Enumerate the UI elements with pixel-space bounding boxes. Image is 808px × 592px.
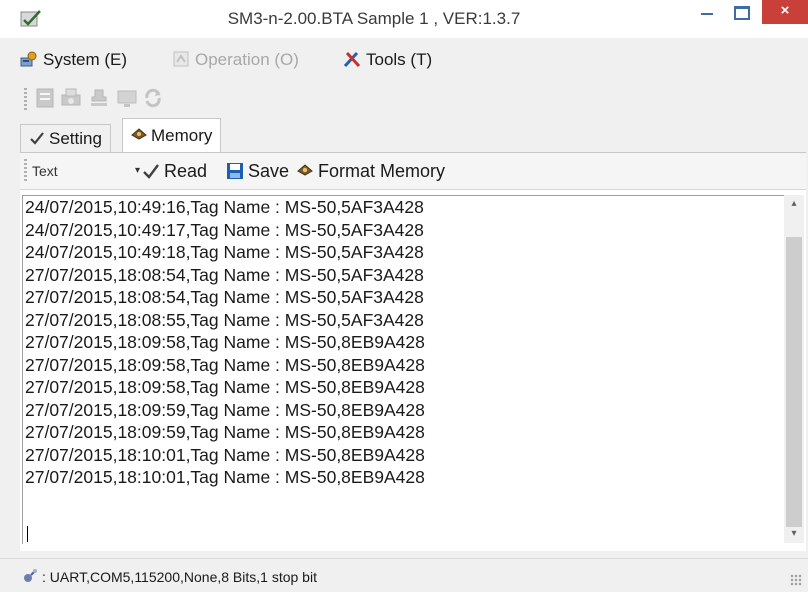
maximize-button[interactable] <box>726 0 756 24</box>
format-select[interactable]: Text ▾ <box>32 160 140 182</box>
toolbar-grip[interactable] <box>24 88 27 110</box>
menu-system[interactable]: System (E) <box>20 50 127 70</box>
save-icon <box>227 163 243 179</box>
scroll-thumb[interactable] <box>786 237 802 527</box>
refresh-icon[interactable] <box>142 87 164 109</box>
log-line: 27/07/2015,18:09:58,Tag Name : MS-50,8EB… <box>25 332 425 352</box>
memory-panel: Text ▾ Read Save Format Memory 24/07/201… <box>20 153 806 551</box>
doc-icon[interactable] <box>34 87 56 109</box>
app-window: SM3-n-2.00.BTA Sample 1 , VER:1.3.7 × Sy… <box>0 0 808 592</box>
status-bar: : UART,COM5,115200,None,8 Bits,1 stop bi… <box>0 558 808 592</box>
log-line: 27/07/2015,18:08:55,Tag Name : MS-50,5AF… <box>25 309 424 330</box>
log-line: 24/07/2015,10:49:18,Tag Name : MS-50,5AF… <box>25 242 424 262</box>
tab-memory-label: Memory <box>151 126 213 145</box>
menu-system-label: System (E) <box>43 50 128 69</box>
format-memory-label: Format Memory <box>318 161 446 181</box>
save-label: Save <box>248 161 290 181</box>
scroll-up-icon[interactable]: ▴ <box>784 195 804 213</box>
dropdown-arrow-icon: ▾ <box>134 165 140 176</box>
window-title: SM3-n-2.00.BTA Sample 1 , VER:1.3.7 <box>227 9 521 28</box>
tools-icon <box>343 51 361 68</box>
log-line: 24/07/2015,10:49:16,Tag Name : MS-50,5AF… <box>25 197 424 217</box>
log-line: 27/07/2015,18:10:01,Tag Name : MS-50,8EB… <box>25 444 425 465</box>
save-button[interactable]: Save <box>226 161 289 182</box>
vertical-scrollbar[interactable]: ▴ ▾ <box>784 195 804 543</box>
read-button[interactable]: Read <box>142 161 207 182</box>
menu-operation-label: Operation (O) <box>195 50 299 69</box>
stamp-icon[interactable] <box>88 87 110 109</box>
tab-setting-label: Setting <box>49 129 102 148</box>
log-line: 27/07/2015,18:09:58,Tag Name : MS-50,8EB… <box>25 354 425 375</box>
scroll-down-icon[interactable]: ▾ <box>784 525 804 543</box>
log-line: 27/07/2015,18:08:54,Tag Name : MS-50,5AF… <box>25 287 424 307</box>
format-memory-icon <box>297 164 313 176</box>
memory-toolbar-grip[interactable] <box>24 159 27 181</box>
monitor-icon[interactable] <box>116 87 138 109</box>
format-memory-button[interactable]: Format Memory <box>296 161 445 182</box>
log-line: 27/07/2015,18:09:59,Tag Name : MS-50,8EB… <box>25 422 425 442</box>
close-button[interactable]: × <box>762 0 808 24</box>
print-icon[interactable] <box>60 87 82 109</box>
memory-text-area[interactable]: 24/07/2015,10:49:16,Tag Name : MS-50,5AF… <box>22 195 785 544</box>
toolbar-divider <box>20 189 806 190</box>
log-line: 27/07/2015,18:09:58,Tag Name : MS-50,8EB… <box>25 377 425 397</box>
connection-icon <box>24 569 37 582</box>
check-icon <box>30 132 44 145</box>
memory-toolbar: Text ▾ Read Save Format Memory <box>20 153 806 189</box>
title-bar[interactable]: SM3-n-2.00.BTA Sample 1 , VER:1.3.7 × <box>0 0 808 39</box>
tab-memory[interactable]: Memory <box>122 118 222 152</box>
system-icon <box>20 51 37 67</box>
log-line: 27/07/2015,18:08:54,Tag Name : MS-50,5AF… <box>25 264 424 285</box>
menu-tools[interactable]: Tools (T) <box>343 50 432 70</box>
tab-strip: Setting Memory <box>20 118 800 152</box>
log-line: 27/07/2015,18:10:01,Tag Name : MS-50,8EB… <box>25 467 425 487</box>
resize-grip-icon[interactable] <box>790 574 802 586</box>
log-line: 27/07/2015,18:09:59,Tag Name : MS-50,8EB… <box>25 399 425 420</box>
format-select-value: Text <box>32 163 58 179</box>
read-label: Read <box>164 161 208 181</box>
operation-icon <box>173 51 189 67</box>
log-line: 24/07/2015,10:49:17,Tag Name : MS-50,5AF… <box>25 219 424 240</box>
main-toolbar <box>0 82 808 118</box>
status-text: : UART,COM5,115200,None,8 Bits,1 stop bi… <box>42 569 317 585</box>
read-check-icon <box>143 164 159 179</box>
minimize-button[interactable] <box>692 0 722 24</box>
tab-setting[interactable]: Setting <box>20 124 111 152</box>
menu-operation[interactable]: Operation (O) <box>172 50 299 70</box>
memory-icon <box>131 128 147 140</box>
menu-tools-label: Tools (T) <box>366 50 433 69</box>
text-caret <box>27 526 28 542</box>
menu-bar: System (E) Operation (O) Tools (T) <box>0 38 808 82</box>
